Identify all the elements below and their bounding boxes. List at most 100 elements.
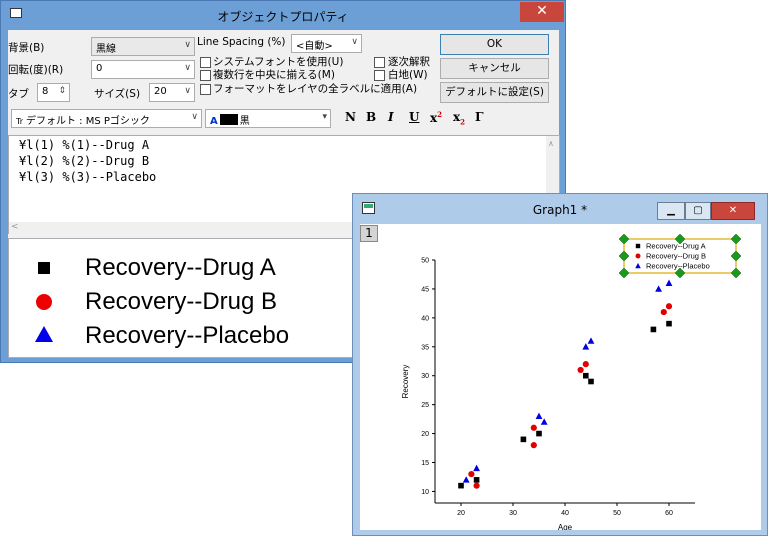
scroll-up-icon[interactable]: ∧ <box>548 139 554 148</box>
data-point-square <box>588 378 594 385</box>
selection-handle <box>730 250 742 262</box>
bold-button[interactable]: B <box>366 110 376 124</box>
selection-handle <box>618 267 630 279</box>
selection-handle <box>618 250 630 262</box>
selection-handle <box>730 267 742 279</box>
underline-button[interactable]: U <box>409 110 419 124</box>
dropdown-arrow-icon: ▾ <box>322 112 327 122</box>
background-select[interactable]: 黒線 ∨ <box>91 37 195 56</box>
y-tick-label: 35 <box>421 344 429 351</box>
tab-stepper[interactable]: 8 ⇕ <box>37 83 70 102</box>
minimize-icon[interactable]: ▁ <box>657 202 685 220</box>
x-tick-label: 30 <box>509 510 517 517</box>
square-marker-icon <box>38 262 50 274</box>
apply-all-label: フォーマットをレイヤの全ラベルに適用(A) <box>213 83 418 95</box>
legend-marker-triangle <box>635 263 641 269</box>
sequential-checkbox[interactable] <box>374 57 385 68</box>
color-select[interactable]: A 黒 ▾ <box>205 109 331 128</box>
selection-handle <box>618 233 630 245</box>
data-point-triangle <box>655 285 662 292</box>
truetype-font-icon: Tr <box>16 117 23 126</box>
set-default-button[interactable]: デフォルトに設定(S) <box>440 82 549 103</box>
dialog-title-bar[interactable]: オブジェクトプロパティ ✕ <box>1 1 565 30</box>
center-multiline-checkbox[interactable] <box>200 70 211 81</box>
data-point-circle <box>582 361 589 368</box>
subscript-button[interactable]: x2 <box>453 110 465 126</box>
size-value: 20 <box>154 86 167 97</box>
y-tick-label: 15 <box>421 460 429 467</box>
rotation-label: 回転(度)(R) <box>8 64 64 76</box>
tab-value: 8 <box>42 86 49 97</box>
font-select[interactable]: Tr デフォルト : MS Pゴシック ∨ <box>11 109 202 128</box>
line-spacing-select[interactable]: <自動> ∨ <box>291 34 362 53</box>
chevron-down-icon: ∨ <box>184 63 191 73</box>
white-bg-label: 白地(W) <box>388 69 428 81</box>
color-swatch <box>219 114 238 125</box>
graph-window: Graph1 * ▁ ▢ ✕ 20 30 40 50 60 10 15 20 25 30 35 40 4… <box>352 193 768 536</box>
data-point-triangle <box>540 418 548 425</box>
white-bg-checkbox[interactable] <box>374 70 385 81</box>
scroll-left-icon[interactable]: < <box>11 222 19 232</box>
legend-label: Recovery--Drug B <box>646 252 706 261</box>
data-point-triangle <box>535 412 543 420</box>
chevron-down-icon: ∨ <box>191 112 198 122</box>
data-point-square <box>650 326 657 333</box>
editor-line: ¥l(3) %(3)--Placebo <box>19 170 157 184</box>
editor-line: ¥l(1) %(1)--Drug A <box>19 138 150 152</box>
scatter-chart: 20 30 40 50 60 10 15 20 25 30 35 40 45 50 Age Recovery R… <box>401 233 742 532</box>
close-icon[interactable]: ✕ <box>711 202 755 220</box>
normal-format-button[interactable]: N <box>345 110 356 124</box>
legend-label: Recovery--Drug A <box>646 242 706 251</box>
legend-label: Recovery--Placebo <box>646 262 710 271</box>
data-point-circle <box>530 442 537 449</box>
data-point-triangle <box>587 337 595 344</box>
system-font-checkbox[interactable] <box>200 57 211 68</box>
y-tick-label: 10 <box>421 489 429 496</box>
y-tick-label: 20 <box>421 431 429 438</box>
background-label: 背景(B) <box>8 42 45 54</box>
y-tick-label: 50 <box>421 258 429 265</box>
size-select[interactable]: 20 ∨ <box>149 83 195 102</box>
color-value: 黒 <box>239 116 250 127</box>
x-axis-title: Age <box>558 523 573 530</box>
data-point-triangle <box>473 464 480 472</box>
size-label: サイズ(S) <box>94 88 141 100</box>
greek-button[interactable]: Γ <box>475 110 484 124</box>
preview-text: Recovery--Placebo <box>85 322 290 349</box>
superscript-mark: 2 <box>437 110 443 119</box>
dialog-title: オブジェクトプロパティ <box>217 10 349 24</box>
center-multiline-label: 複数行を中央に揃える(M) <box>213 69 335 81</box>
graph-page: 20 30 40 50 60 10 15 20 25 30 35 40 45 50 Age Recovery R… <box>360 224 761 532</box>
text-color-icon: A <box>210 116 218 127</box>
chevron-down-icon: ∨ <box>351 37 358 47</box>
y-tick-label: 25 <box>421 402 429 409</box>
data-point-square <box>458 482 464 489</box>
ok-button[interactable]: OK <box>440 34 549 55</box>
chevron-down-icon: ∨ <box>184 40 191 50</box>
superscript-button[interactable]: x2 <box>430 110 442 125</box>
data-point-square <box>520 436 527 443</box>
maximize-icon[interactable]: ▢ <box>685 202 711 220</box>
apply-all-checkbox[interactable] <box>200 84 211 95</box>
background-select-value: 黒線 <box>96 44 116 55</box>
selection-handle <box>730 233 742 245</box>
x-tick-label: 50 <box>613 510 621 517</box>
y-tick-label: 40 <box>421 315 429 322</box>
data-point-triangle <box>582 343 590 350</box>
rotation-value: 0 <box>96 63 103 74</box>
data-point-square <box>536 430 542 437</box>
y-tick-label: 30 <box>421 373 429 380</box>
y-axis-title: Recovery <box>401 365 410 399</box>
close-icon[interactable]: ✕ <box>520 2 564 22</box>
rotation-select[interactable]: 0 ∨ <box>91 60 195 79</box>
line-spacing-label: Line Spacing (%) <box>197 36 286 48</box>
data-point-circle <box>473 482 480 489</box>
layer-tab[interactable]: 1 <box>360 225 378 242</box>
subscript-mark: 2 <box>460 117 466 127</box>
cancel-button[interactable]: キャンセル <box>440 58 549 79</box>
stepper-arrows-icon[interactable]: ⇕ <box>58 86 66 96</box>
graph-title-bar[interactable]: Graph1 * ▁ ▢ ✕ <box>353 194 767 224</box>
x-tick-label: 20 <box>457 510 465 517</box>
italic-button[interactable]: I <box>388 110 394 124</box>
preview-text: Recovery--Drug B <box>85 288 278 315</box>
